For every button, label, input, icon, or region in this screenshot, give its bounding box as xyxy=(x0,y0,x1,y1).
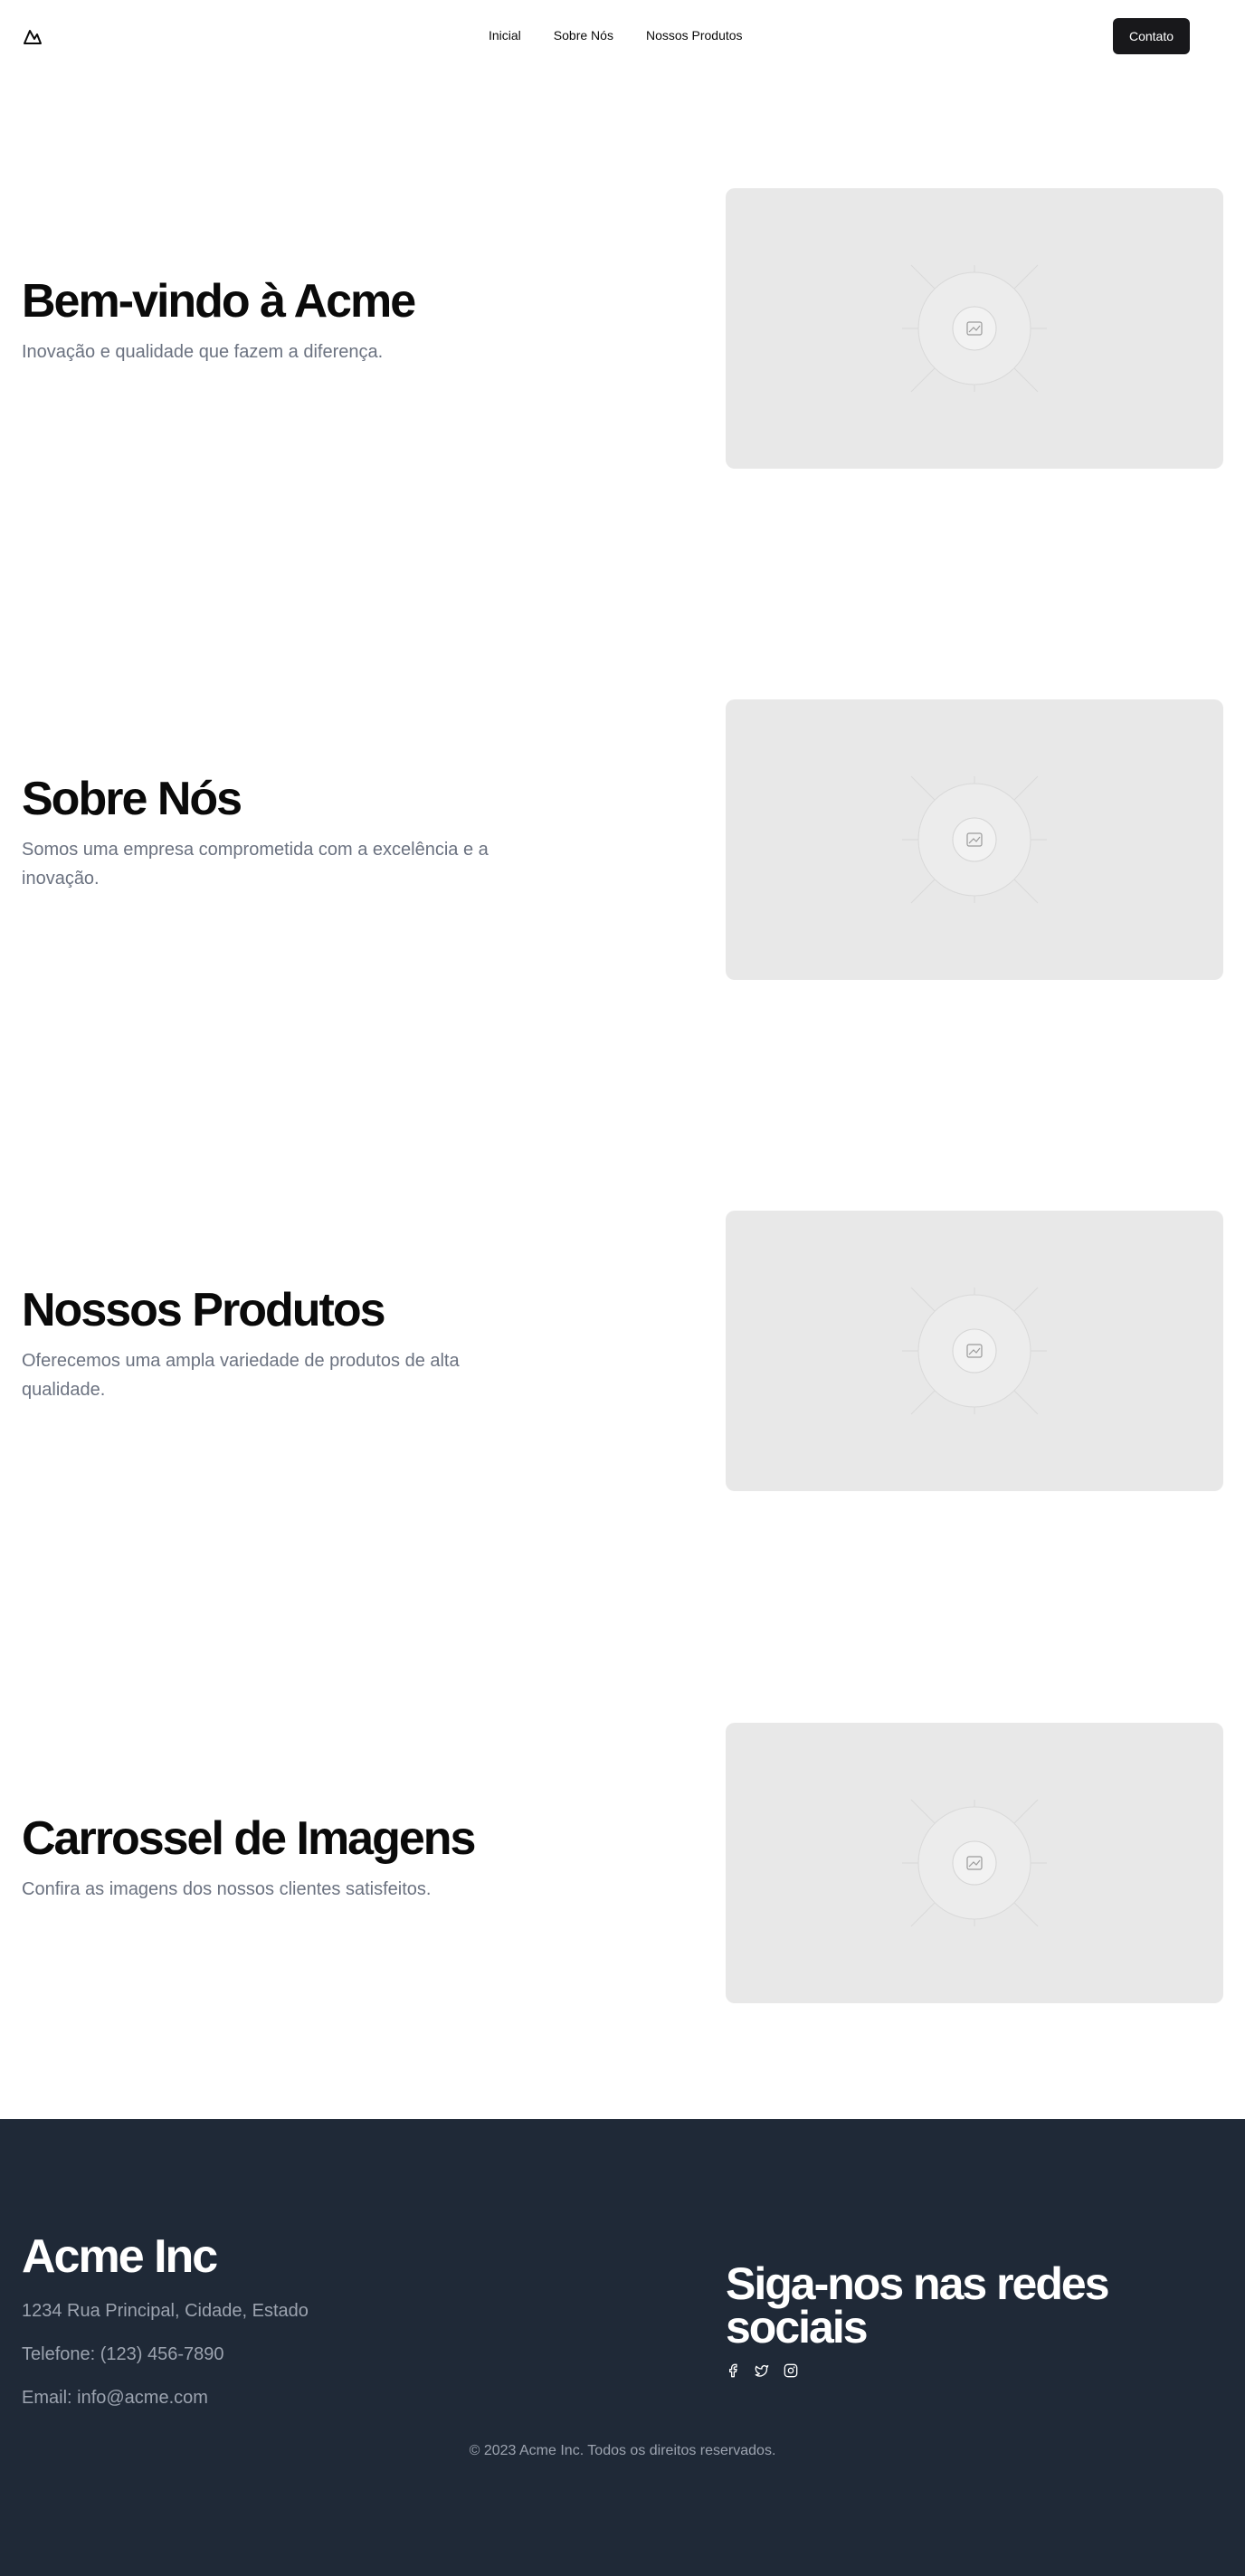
products-description: Oferecemos uma ampla variedade de produt… xyxy=(22,1350,460,1400)
image-placeholder-graphic xyxy=(902,1799,1047,1927)
company-email: Email: info@acme.com xyxy=(22,2388,208,2408)
hero-title: Bem-vindo à Acme xyxy=(22,275,416,328)
about-description: Somos uma empresa comprometida com a exc… xyxy=(22,839,489,889)
image-placeholder-graphic xyxy=(902,264,1047,393)
carousel-title: Carrossel de Imagens xyxy=(22,1812,476,1865)
site-footer: Acme Inc 1234 Rua Principal, Cidade, Est… xyxy=(0,2119,1245,2576)
nav-link-sobre-nos[interactable]: Sobre Nós xyxy=(554,28,613,43)
instagram-icon[interactable] xyxy=(784,2363,798,2378)
social-block: Siga-nos nas redes sociais xyxy=(726,2258,1196,2378)
copyright-text: © 2023 Acme Inc. Todos os direitos reser… xyxy=(469,2443,776,2458)
about-image xyxy=(726,699,1223,980)
company-info: Acme Inc 1234 Rua Principal, Cidade, Est… xyxy=(22,2229,309,2412)
hero-description: Inovação e qualidade que fazem a diferen… xyxy=(22,341,384,362)
social-icons xyxy=(726,2363,1196,2378)
nav-link-nossos-produtos[interactable]: Nossos Produtos xyxy=(646,28,743,43)
site-header: Inicial Sobre Nós Nossos Produtos Contat… xyxy=(0,0,1245,71)
hero-image xyxy=(726,188,1223,469)
company-phone: Telefone: (123) 456-7890 xyxy=(22,2344,224,2364)
facebook-icon[interactable] xyxy=(726,2363,740,2378)
mountain-icon[interactable] xyxy=(22,25,43,47)
social-title: Siga-nos nas redes sociais xyxy=(726,2258,1110,2353)
twitter-icon[interactable] xyxy=(755,2363,769,2378)
carousel-description: Confira as imagens dos nossos clientes s… xyxy=(22,1878,432,1899)
nav-link-inicial[interactable]: Inicial xyxy=(489,28,521,43)
products-image xyxy=(726,1211,1223,1491)
company-address: 1234 Rua Principal, Cidade, Estado xyxy=(22,2301,309,2321)
company-name: Acme Inc xyxy=(22,2230,218,2283)
carousel-image[interactable] xyxy=(726,1723,1223,2003)
products-title: Nossos Produtos xyxy=(22,1284,386,1336)
image-placeholder-graphic xyxy=(902,775,1047,904)
about-title: Sobre Nós xyxy=(22,773,242,825)
main-nav: Inicial Sobre Nós Nossos Produtos xyxy=(489,0,743,71)
contact-button[interactable]: Contato xyxy=(1113,18,1190,54)
image-placeholder-graphic xyxy=(902,1287,1047,1415)
